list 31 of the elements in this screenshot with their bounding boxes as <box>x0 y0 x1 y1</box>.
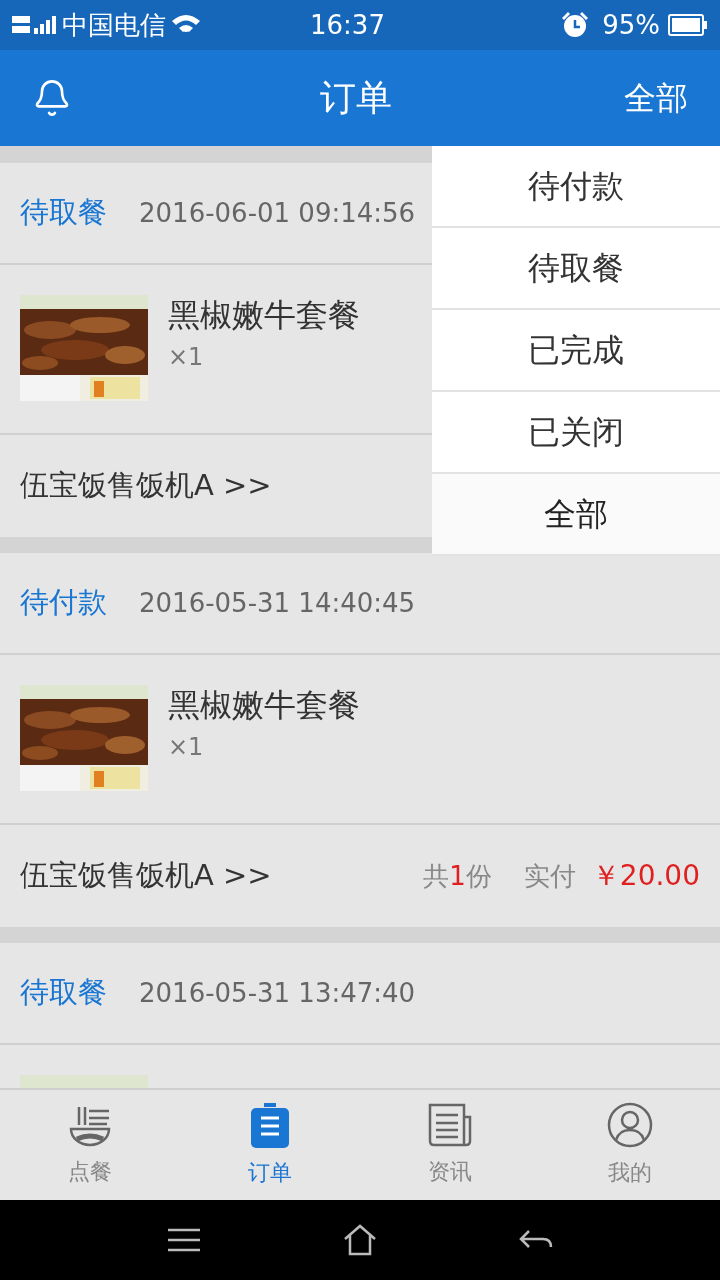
product-quantity: ×1 <box>168 732 205 763</box>
paid-label: 实付 <box>523 859 576 893</box>
battery-percent: 95% <box>602 12 660 38</box>
order-date: 2016-05-31 13:47:40 <box>139 976 416 1010</box>
order-status: 待付款 <box>20 584 107 622</box>
order-date: 2016-05-31 14:40:45 <box>139 586 416 620</box>
filter-button[interactable]: 全部 <box>624 74 688 122</box>
page-title: 订单 <box>320 76 392 120</box>
item-count: 共1份 <box>423 859 492 893</box>
order-status: 待取餐 <box>20 974 107 1012</box>
user-icon <box>607 1101 653 1148</box>
machine-link[interactable]: 伍宝饭售饭机A >> <box>20 464 272 508</box>
alarm-clock-icon <box>560 10 591 40</box>
clock-time: 16:37 <box>310 12 385 38</box>
carrier-name: 中国电信 <box>62 12 166 38</box>
machine-link[interactable]: 伍宝饭售饭机A >> <box>20 854 272 898</box>
signal-icon <box>12 14 58 36</box>
menu-icon[interactable] <box>167 1228 201 1252</box>
clipboard-icon <box>250 1101 290 1148</box>
product-row[interactable]: 黑椒嫩牛套餐 ×1 <box>0 655 720 825</box>
filter-option[interactable]: 全部 <box>432 474 720 556</box>
tab-item[interactable]: 订单 <box>180 1090 360 1200</box>
home-icon[interactable] <box>343 1224 377 1256</box>
product-name: 黑椒嫩牛套餐 <box>168 685 360 725</box>
product-name: 黑椒嫩牛套餐 <box>168 295 360 335</box>
battery-icon <box>668 14 708 36</box>
newspaper-icon <box>427 1102 473 1147</box>
order-status: 待取餐 <box>20 194 107 232</box>
order-date: 2016-06-01 09:14:56 <box>139 196 416 230</box>
product-quantity: ×1 <box>168 342 205 373</box>
paid-amount: ￥20.00 <box>591 858 700 894</box>
